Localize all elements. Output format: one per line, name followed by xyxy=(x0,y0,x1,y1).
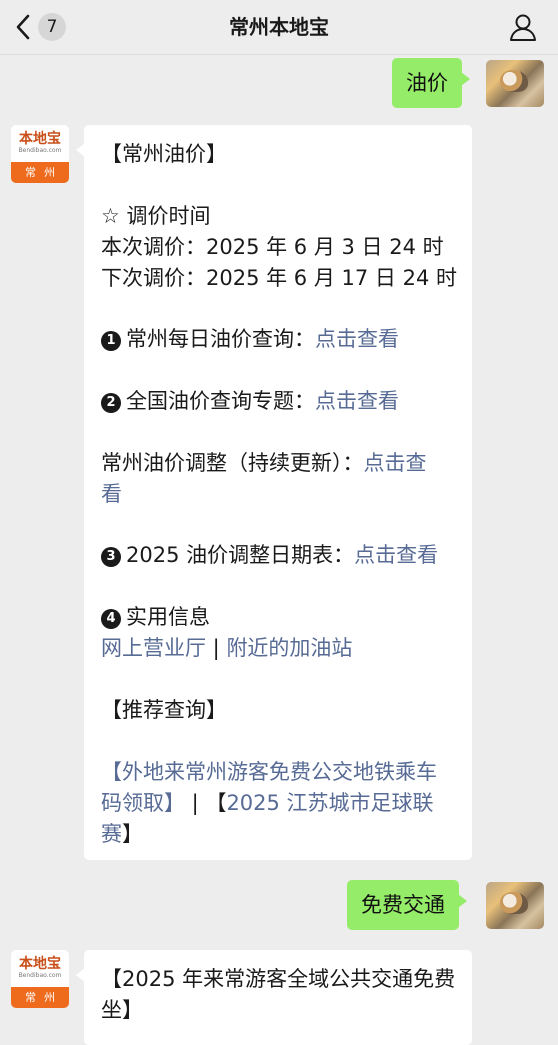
adjust-schedule-row: 3 2025 油价调整日期表：点击查看 xyxy=(101,540,438,571)
recommend-separator: | xyxy=(185,791,206,815)
online-hall-link[interactable]: 网上营业厅 xyxy=(101,636,206,660)
bot-city-label: 常州 xyxy=(11,987,69,1008)
bot-logo-domain: Bendibao.com xyxy=(18,147,62,154)
daily-oil-price-label: 常州每日油价查询： xyxy=(126,327,315,351)
user-avatar[interactable] xyxy=(486,882,544,929)
bot-logo-domain: Bendibao.com xyxy=(18,972,62,979)
free-transit-title-line1: 【2025 年来常游客全域公共交通免费 xyxy=(101,967,456,991)
card-title: 【常州油价】 xyxy=(101,142,227,166)
profile-icon[interactable] xyxy=(508,12,538,42)
price-adjust-link[interactable]: 点击查 xyxy=(364,451,427,475)
price-time-heading: ☆ 调价时间 xyxy=(101,204,211,228)
bot-logo-text: 本地宝 xyxy=(19,956,61,972)
free-transit-title-line2: 坐】 xyxy=(101,998,143,1022)
outgoing-message[interactable]: 油价 xyxy=(392,58,470,108)
incoming-message-oil-price[interactable]: 【常州油价】 ☆ 调价时间 本次调价：2025 年 6 月 3 日 24 时 下… xyxy=(76,125,472,860)
number-badge-3: 3 xyxy=(101,547,121,567)
recommend-links-row-end: 赛】 xyxy=(101,819,143,850)
bird-image xyxy=(500,892,528,914)
useful-info-label: 实用信息 xyxy=(126,605,210,629)
next-adjust-time: 下次调价：2025 年 6 月 17 日 24 时 xyxy=(101,266,457,290)
national-oil-price-link[interactable]: 点击查看 xyxy=(315,389,399,413)
number-badge-1: 1 xyxy=(101,331,121,351)
recommend-links-row: 码领取】 | 【2025 江苏城市足球联 xyxy=(101,788,434,819)
jiangsu-football-link-continued[interactable]: 赛 xyxy=(101,822,122,846)
top-bar: 7 常州本地宝 xyxy=(0,0,558,55)
link-separator: | xyxy=(206,636,227,660)
price-adjust-link-continued[interactable]: 看 xyxy=(101,479,122,510)
price-adjust-row: 常州油价调整（持续更新）：点击查 xyxy=(101,448,427,479)
national-oil-price-label: 全国油价查询专题： xyxy=(126,389,315,413)
bot-avatar[interactable]: 本地宝 Bendibao.com 常州 xyxy=(11,125,69,183)
bracket-close: 】 xyxy=(122,822,143,846)
recommend-heading: 【推荐查询】 xyxy=(101,698,227,722)
bot-logo-text: 本地宝 xyxy=(19,131,61,147)
number-badge-2: 2 xyxy=(101,393,121,413)
free-transit-code-link[interactable]: 【外地来常州游客免费公交地铁乘车 xyxy=(101,757,437,788)
bird-image xyxy=(500,70,528,92)
bracket-open: 【 xyxy=(205,791,227,815)
chat-title: 常州本地宝 xyxy=(229,15,329,39)
price-adjust-label: 常州油价调整（持续更新）： xyxy=(101,451,364,475)
outgoing-message[interactable]: 免费交通 xyxy=(347,880,467,930)
adjust-schedule-link[interactable]: 点击查看 xyxy=(354,543,438,567)
bot-city-label: 常州 xyxy=(11,162,69,183)
national-oil-price-row: 2 全国油价查询专题：点击查看 xyxy=(101,386,399,417)
this-adjust-time: 本次调价：2025 年 6 月 3 日 24 时 xyxy=(101,235,444,259)
daily-oil-price-link[interactable]: 点击查看 xyxy=(315,327,399,351)
jiangsu-football-link[interactable]: 2025 江苏城市足球联 xyxy=(226,791,433,815)
incoming-message-free-transit[interactable]: 【2025 年来常游客全域公共交通免费 坐】 xyxy=(76,950,472,1045)
useful-info-row: 4 实用信息 xyxy=(101,602,210,633)
message-text: 免费交通 xyxy=(361,893,445,917)
user-avatar[interactable] xyxy=(486,60,544,107)
message-text: 油价 xyxy=(406,71,448,95)
daily-oil-price-row: 1 常州每日油价查询：点击查看 xyxy=(101,324,399,355)
bot-avatar[interactable]: 本地宝 Bendibao.com 常州 xyxy=(11,950,69,1008)
number-badge-4: 4 xyxy=(101,609,121,629)
useful-links-row: 网上营业厅 | 附近的加油站 xyxy=(101,633,352,664)
adjust-schedule-label: 2025 油价调整日期表： xyxy=(126,543,355,567)
gas-station-link[interactable]: 附近的加油站 xyxy=(226,636,352,660)
free-transit-code-link-continued[interactable]: 码领取】 xyxy=(101,791,185,815)
